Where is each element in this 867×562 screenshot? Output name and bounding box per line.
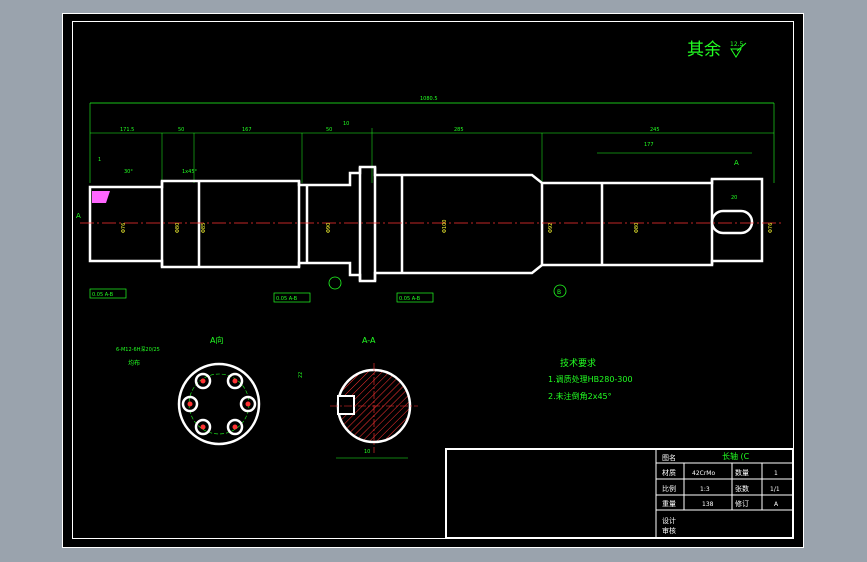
svg-text:Φ90: Φ90 [326, 223, 332, 233]
svg-text:Φ92: Φ92 [548, 223, 554, 233]
svg-text:1.调质处理HB280-300: 1.调质处理HB280-300 [548, 374, 633, 384]
tolerance-frame-3: 0.05 A-B [396, 292, 434, 303]
chamfer-mark [92, 191, 110, 203]
dim-d10: 1 [98, 157, 101, 163]
dim-d11: 30° [124, 169, 133, 175]
dim-d7: 245 [650, 127, 660, 133]
end-view-note2: 均布 [128, 359, 140, 367]
label-tuhao: 图名 [662, 453, 676, 462]
svg-text:2.未注倒角2x45°: 2.未注倒角2x45° [548, 391, 612, 401]
value-revision: A [774, 501, 779, 508]
section-marker-right: A [734, 159, 739, 167]
dim-d5: 10 [343, 121, 349, 127]
section-view-title: A-A [362, 336, 376, 345]
datum-a-circle [328, 276, 342, 290]
label-material: 材质 [662, 468, 676, 477]
dim-d1: 171.5 [120, 127, 134, 133]
dim-d9: 20 [731, 195, 737, 201]
dim-d8: 177 [644, 142, 654, 148]
end-view-title: A向 [210, 335, 223, 345]
svg-text:Φ76: Φ76 [121, 223, 127, 233]
dim-d3: 167 [242, 127, 252, 133]
end-view-note: 6-M12-6H深20/25 [116, 346, 160, 353]
label-revision: 修订 [735, 499, 749, 508]
datum-b-label: B [557, 289, 561, 296]
title-block [445, 448, 794, 539]
dim-d4: 50 [326, 127, 332, 133]
svg-text:Φ80: Φ80 [175, 223, 181, 233]
outer-frame [62, 13, 804, 548]
value-material: 42CrMo [692, 470, 715, 477]
tolerance-frame-1: 0.05 A-B [89, 288, 127, 299]
section-view [330, 363, 418, 459]
label-checker: 审核 [662, 526, 676, 535]
tolerance-frame-2: 0.05 A-B [273, 292, 311, 303]
svg-text:0.05 A-B: 0.05 A-B [399, 296, 421, 302]
section-vert: 22 [298, 372, 304, 378]
label-weight: 重量 [662, 500, 676, 508]
roughness-note: 其余 [687, 40, 721, 60]
value-scale: 1:3 [700, 486, 710, 493]
value-weight: 138 [702, 501, 714, 508]
diameter-labels: Φ76 Φ80 Φ85 Φ90 Φ100 Φ92 Φ80 Φ76 [121, 220, 774, 233]
label-sheets: 张数 [735, 484, 749, 493]
svg-text:Φ76: Φ76 [768, 223, 774, 233]
dim-d12: 1x45° [182, 169, 198, 175]
label-scale: 比例 [662, 484, 676, 493]
overall-length: 1080.5 [420, 96, 438, 102]
dim-d2: 50 [178, 127, 184, 133]
section-marker-left: A [76, 212, 81, 220]
svg-text:0.05 A-B: 0.05 A-B [276, 296, 298, 302]
svg-text:0.05 A-B: 0.05 A-B [92, 292, 114, 298]
value-quantity: 1 [774, 470, 778, 477]
tech-requirements: 技术要求 1.调质处理HB280-300 2.未注倒角2x45° [548, 357, 633, 401]
svg-text:Φ100: Φ100 [442, 220, 448, 233]
svg-text:Φ85: Φ85 [201, 223, 207, 233]
drawing-name: 长轴 (C [722, 451, 750, 461]
drawing-sheet: 其余 12.5 1080.5 171.5 50 167 50 10 285 24… [62, 13, 804, 548]
svg-text:Φ80: Φ80 [634, 223, 640, 233]
section-dim: 10 [364, 449, 370, 455]
label-quantity: 数量 [735, 468, 749, 477]
svg-text:技术要求: 技术要求 [560, 357, 596, 369]
value-sheets: 1/1 [770, 486, 780, 493]
shaft-outline [88, 165, 764, 283]
dim-d6: 285 [454, 127, 464, 133]
label-designer: 设计 [662, 516, 676, 525]
drawing-canvas: 其余 12.5 1080.5 171.5 50 167 50 10 285 24… [62, 13, 804, 548]
